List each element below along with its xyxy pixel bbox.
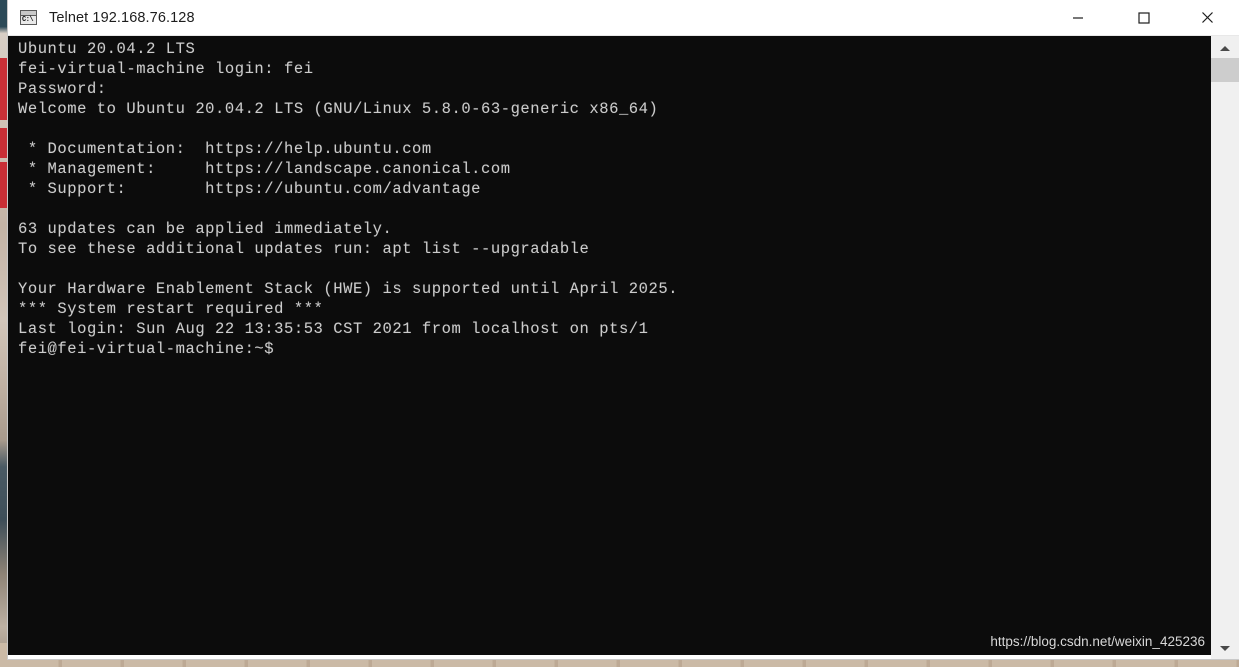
- console-icon: C:\: [20, 10, 37, 25]
- telnet-window: C:\ Telnet 192.168.76.128 Ubuntu 20.04.2…: [8, 0, 1239, 659]
- scroll-up-arrow-button[interactable]: [1211, 38, 1239, 58]
- title-bar[interactable]: C:\ Telnet 192.168.76.128: [8, 0, 1239, 36]
- scrollbar-thumb[interactable]: [1211, 58, 1239, 82]
- terminal-line: Ubuntu 20.04.2 LTS: [18, 40, 196, 58]
- chevron-down-icon: [1220, 645, 1230, 651]
- terminal-line: fei@fei-virtual-machine:~$: [18, 340, 275, 358]
- terminal-line: fei-virtual-machine login: fei: [18, 60, 314, 78]
- terminal-line: Welcome to Ubuntu 20.04.2 LTS (GNU/Linux…: [18, 100, 659, 118]
- terminal-output-area[interactable]: Ubuntu 20.04.2 LTS fei-virtual-machine lo…: [8, 36, 1211, 655]
- terminal-line: *** System restart required ***: [18, 300, 324, 318]
- terminal-line: 63 updates can be applied immediately.: [18, 220, 393, 238]
- terminal-line: * Management: https://landscape.canonica…: [18, 160, 511, 178]
- terminal-line: Your Hardware Enablement Stack (HWE) is …: [18, 280, 679, 298]
- minimize-button[interactable]: [1055, 0, 1101, 35]
- chevron-up-icon: [1220, 45, 1230, 51]
- console-icon-glyph: C:\: [22, 16, 34, 24]
- maximize-icon: [1138, 11, 1150, 24]
- watermark-text: https://blog.csdn.net/weixin_425236: [990, 634, 1205, 649]
- terminal-line: * Support: https://ubuntu.com/advantage: [18, 180, 482, 198]
- terminal-line: * Documentation: https://help.ubuntu.com: [18, 140, 432, 158]
- terminal-line: To see these additional updates run: apt…: [18, 240, 590, 258]
- close-icon: [1201, 12, 1213, 23]
- vertical-scrollbar[interactable]: [1211, 36, 1239, 659]
- maximize-button[interactable]: [1121, 0, 1167, 35]
- scroll-down-arrow-button[interactable]: [1211, 638, 1239, 658]
- terminal-text: Ubuntu 20.04.2 LTS fei-virtual-machine lo…: [18, 39, 678, 359]
- close-button[interactable]: [1184, 0, 1230, 35]
- minimize-icon: [1073, 16, 1083, 19]
- window-title: Telnet 192.168.76.128: [49, 9, 195, 26]
- terminal-line: Last login: Sun Aug 22 13:35:53 CST 2021…: [18, 320, 649, 338]
- terminal-line: Password:: [18, 80, 107, 98]
